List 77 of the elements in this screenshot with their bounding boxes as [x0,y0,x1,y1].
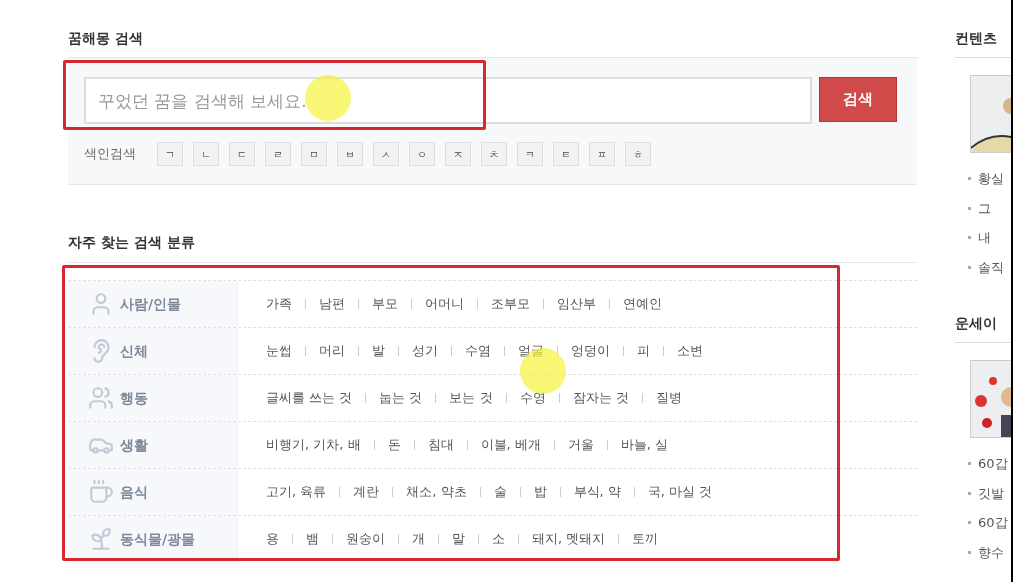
category-link[interactable]: 바늘, 실 [620,435,669,455]
category-link[interactable]: 수영 [519,388,546,408]
category-link[interactable]: 수염 [465,341,491,361]
category-link[interactable]: 잠자는 것 [572,388,629,408]
index-key-button[interactable]: ㅋ [517,142,543,166]
category-link[interactable]: 눕는 것 [379,388,423,408]
sidebar-link[interactable]: 깃발 [978,483,1004,503]
index-key-button[interactable]: ㅁ [301,142,327,166]
category-link[interactable]: 계란 [353,482,380,502]
sidebar-link[interactable]: 60갑 [978,454,1008,474]
sidebar-title: 컨텐츠 [955,29,997,48]
category-link[interactable]: 말 [452,529,465,549]
category-link[interactable]: 침대 [427,435,454,455]
category-link[interactable]: 눈썹 [266,341,292,361]
category-link[interactable]: 질병 [655,388,682,408]
sidebar-title: 운세이 [955,314,997,333]
category-link[interactable]: 조부모 [491,294,530,314]
index-key-button[interactable]: ㅇ [409,142,435,166]
category-link[interactable]: 소변 [677,341,703,361]
category-label: 행동 [120,388,148,408]
category-link[interactable]: 머리 [319,341,345,361]
category-link[interactable]: 엉덩이 [571,341,610,361]
category-link[interactable]: 피 [637,341,650,361]
index-key-button[interactable]: ㅂ [337,142,363,166]
category-link[interactable]: 채소, 약초 [406,482,467,502]
category-link[interactable]: 연예인 [623,294,662,314]
category-link[interactable]: 고기, 육류 [266,482,327,502]
index-key-button[interactable]: ㄴ [193,142,219,166]
search-field[interactable]: 꾸었던 꿈을 검색해 보세요. [84,77,812,124]
index-key-button[interactable]: ㅌ [553,142,579,166]
index-key-button[interactable]: ㅎ [625,142,651,166]
category-link[interactable]: 돼지, 멧돼지 [532,529,606,549]
index-key-button[interactable]: ㄷ [229,142,255,166]
category-link[interactable]: 글씨를 쓰는 것 [266,388,353,408]
category-link[interactable]: 임산부 [557,294,596,314]
category-link[interactable]: 토끼 [632,529,659,549]
category-link[interactable]: 남편 [319,294,345,314]
index-key-button[interactable]: ㅍ [589,142,615,166]
category-link[interactable]: 국, 마실 것 [647,482,713,502]
search-button[interactable]: 검색 [819,77,897,122]
category-label: 신체 [120,341,148,361]
section-title: 자주 찾는 검색 분류 [68,233,195,252]
sidebar-link[interactable]: 향수 [978,542,1004,562]
category-link[interactable]: 거울 [567,435,594,455]
sidebar-link[interactable]: 60갑 [978,513,1008,533]
category-link[interactable]: 부모 [372,294,398,314]
category-label: 사람/인물 [120,294,182,314]
category-link[interactable]: 돈 [387,435,401,455]
category-link[interactable]: 뱀 [306,529,319,549]
index-key-button[interactable]: ㅅ [373,142,399,166]
category-link[interactable]: 발 [372,341,385,361]
category-label: 동식물/광물 [120,529,196,549]
index-search-label: 색인검색 [84,145,137,164]
index-key-button[interactable]: ㄱ [157,142,183,166]
category-link[interactable]: 부식, 약 [573,482,621,502]
sidebar-link[interactable]: 내 [978,228,991,248]
index-key-button[interactable]: ㄹ [265,142,291,166]
category-link[interactable]: 비행기, 기차, 배 [266,435,361,455]
category-link[interactable]: 가족 [266,294,292,314]
category-link[interactable]: 개 [412,529,425,549]
section-title: 꿈해몽 검색 [68,29,143,48]
category-link[interactable]: 용 [266,529,279,549]
category-link[interactable]: 소 [492,529,505,549]
sidebar-link[interactable]: 그 [978,198,991,218]
sidebar-link[interactable]: 황실 [978,169,1004,189]
category-link[interactable]: 성기 [412,341,438,361]
category-link[interactable]: 어머니 [425,294,464,314]
category-link[interactable]: 보는 것 [449,388,493,408]
category-link[interactable]: 술 [493,482,507,502]
index-key-button[interactable]: ㅊ [481,142,507,166]
category-label: 생활 [120,435,148,455]
category-link[interactable]: 밥 [533,482,547,502]
sidebar-link[interactable]: 솔직 [978,257,1004,277]
category-link[interactable]: 이불, 베개 [480,435,541,455]
index-key-button[interactable]: ㅈ [445,142,471,166]
category-label: 음식 [120,482,148,502]
category-link[interactable]: 원숭이 [346,529,385,549]
